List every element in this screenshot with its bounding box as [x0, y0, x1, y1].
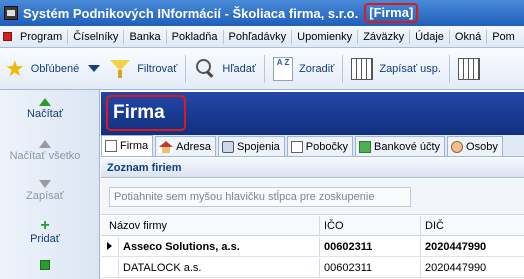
add-button[interactable]: + Pridať — [0, 217, 90, 246]
left-action-panel: Načítať Načítať všetko Zapísať + Pridať — [0, 90, 100, 279]
plus-icon: + — [40, 217, 50, 234]
title-bar: Systém Podnikových INformácií - Školiaca… — [0, 0, 524, 26]
house-icon — [159, 140, 174, 153]
tab-label: Osoby — [466, 140, 498, 153]
favorites-dropdown-icon[interactable] — [88, 65, 101, 72]
grid-header-row: Názov firmy IČO DIČ — [101, 216, 524, 236]
row-indicator — [101, 237, 119, 257]
menu-icon[interactable] — [3, 32, 12, 41]
form-title: Firma — [106, 95, 186, 131]
tab-label: Firma — [120, 140, 149, 152]
favorites-button[interactable]: ★ Obľúbené — [0, 51, 84, 87]
tab-label: Adresa — [176, 140, 211, 153]
next-action-button[interactable] — [0, 260, 90, 270]
group-by-hint: Potiahnite sem myšou hlavičku stĺpca pre… — [109, 187, 411, 207]
save-label: Zapísať — [26, 190, 64, 202]
cell-name[interactable]: Asseco Solutions, a.s. — [119, 237, 320, 257]
menu-ciselniky[interactable]: Číselníky — [68, 29, 125, 44]
section-title: Zoznam firiem — [101, 158, 524, 178]
star-icon: ★ — [5, 55, 25, 81]
column-header-dic[interactable]: DIČ — [421, 216, 522, 236]
sort-button[interactable]: A Z Zoradiť — [268, 51, 339, 87]
favorites-label: Obľúbené — [30, 62, 80, 75]
write-button[interactable]: Zapísať usp. — [346, 51, 446, 87]
menu-okna[interactable]: Okná — [450, 29, 488, 44]
sort-az-icon: A Z — [273, 56, 294, 81]
write-label: Zapísať usp. — [379, 62, 441, 75]
load-all-label: Načítať všetko — [9, 150, 81, 162]
filter-label: Filtrovať — [137, 62, 178, 75]
tab-spojenia[interactable]: Spojenia — [217, 136, 285, 156]
filter-button[interactable]: Filtrovať — [104, 51, 182, 87]
form-header: Firma — [101, 92, 524, 135]
current-row-arrow-icon — [107, 242, 112, 250]
cell-ico[interactable]: 00602311 — [320, 258, 421, 278]
columns-icon — [351, 57, 374, 80]
menu-banka[interactable]: Banka — [124, 29, 167, 44]
window-title-tag: [Firma] — [364, 3, 419, 23]
table-row[interactable]: Asseco Solutions, a.s. 00602311 20204479… — [101, 237, 524, 257]
money-icon — [359, 140, 371, 153]
load-label: Načítať — [27, 108, 63, 120]
tab-pobocky[interactable]: Pobočky — [286, 136, 353, 156]
tab-osoby[interactable]: Osoby — [447, 136, 503, 156]
search-label: Hľadať — [222, 62, 257, 75]
window-title: Systém Podnikových INformácií - Školiaca… — [23, 5, 359, 21]
menu-bar: Program Číselníky Banka Pokladňa Pohľadá… — [0, 26, 524, 48]
tab-strip: Firma Adresa Spojenia Pobočky Bankové úč… — [101, 135, 524, 157]
cell-dic[interactable]: 2020447990 — [421, 258, 522, 278]
toolbar: ★ Obľúbené Filtrovať Hľadať A Z Zoradiť … — [0, 48, 524, 90]
column-header-ico[interactable]: IČO — [320, 216, 421, 236]
cell-dic[interactable]: 2020447990 — [421, 237, 522, 257]
cell-ico[interactable]: 00602311 — [320, 237, 421, 257]
phone-icon — [221, 140, 234, 153]
toolbar-separator — [264, 54, 266, 83]
save-button[interactable]: Zapísať — [0, 180, 90, 202]
load-all-button[interactable]: Načítať všetko — [0, 140, 90, 162]
menu-upomienky[interactable]: Upomienky — [292, 29, 359, 44]
document-icon — [290, 140, 303, 153]
cell-name[interactable]: DATALOCK a.s. — [119, 258, 320, 278]
search-button[interactable]: Hľadať — [189, 51, 261, 87]
green-square-icon — [40, 260, 50, 270]
tab-firma[interactable]: Firma — [101, 135, 154, 156]
tab-label: Spojenia — [236, 140, 280, 153]
row-indicator — [101, 258, 119, 278]
menu-pohladavky[interactable]: Pohľadávky — [224, 29, 293, 44]
add-label: Pridať — [30, 233, 60, 245]
columns-layout-icon — [457, 57, 480, 80]
toolbar-separator — [185, 54, 187, 83]
document-icon — [105, 140, 117, 152]
arrow-up-all-icon — [39, 140, 51, 148]
funnel-icon — [109, 58, 131, 80]
menu-pomoc[interactable]: Pom — [487, 30, 520, 44]
menu-udaje[interactable]: Údaje — [410, 29, 450, 44]
column-header-name[interactable]: Názov firmy — [101, 216, 320, 236]
group-by-area[interactable]: Potiahnite sem myšou hlavičku stĺpca pre… — [101, 179, 524, 215]
sort-label: Zoradiť — [299, 62, 335, 75]
menu-zavazky[interactable]: Záväzky — [358, 29, 411, 44]
magnifier-icon — [194, 58, 216, 80]
arrow-down-icon — [39, 180, 51, 188]
tab-label: Pobočky — [305, 140, 348, 153]
person-icon — [451, 140, 464, 153]
load-button[interactable]: Načítať — [0, 98, 90, 120]
tab-bankove-ucty[interactable]: Bankové účty — [355, 136, 446, 156]
menu-program[interactable]: Program — [15, 29, 69, 44]
tab-adresa[interactable]: Adresa — [155, 136, 216, 156]
companies-grid: Názov firmy IČO DIČ Asseco Solutions, a.… — [101, 216, 524, 279]
toolbar-separator — [342, 54, 344, 83]
toolbar-separator — [448, 54, 450, 83]
table-row[interactable]: DATALOCK a.s. 00602311 2020447990 — [101, 258, 524, 278]
columns-button[interactable] — [453, 51, 491, 87]
menu-pokladna[interactable]: Pokladňa — [167, 29, 224, 44]
app-icon — [4, 6, 18, 20]
tab-label: Bankové účty — [374, 140, 441, 153]
arrow-up-icon — [39, 98, 51, 106]
